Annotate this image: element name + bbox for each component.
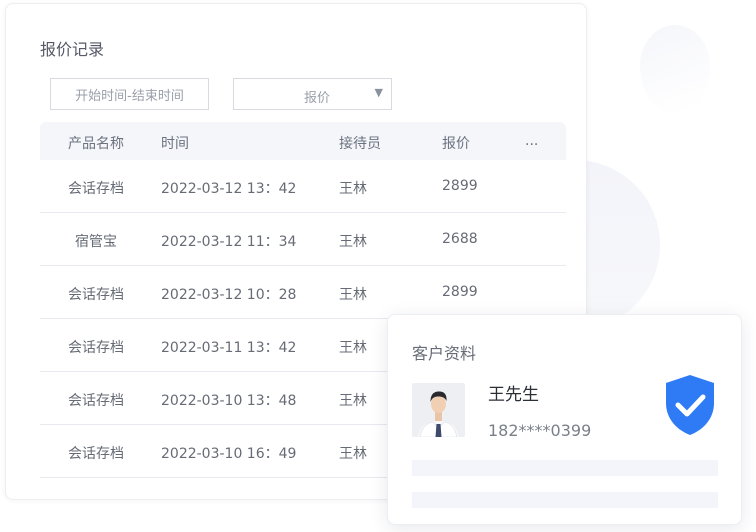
cell-staff: 王林 — [339, 234, 367, 250]
cell-product: 会话存档 — [68, 446, 124, 462]
table-row[interactable]: 会话存档 2022-03-12 10：28 王林 2899 — [40, 266, 566, 319]
table-header: 产品名称 时间 接待员 报价 ... — [40, 122, 566, 160]
avatar-photo — [412, 383, 465, 437]
column-header-price: 报价 — [442, 136, 470, 152]
more-columns-icon[interactable]: ... — [525, 133, 538, 149]
date-range-input[interactable]: 开始时间-结束时间 — [50, 78, 209, 110]
cell-staff: 王林 — [339, 181, 367, 197]
customer-phone: 182****0399 — [488, 421, 592, 440]
cell-price: 2688 — [442, 231, 478, 247]
cell-staff: 王林 — [339, 446, 367, 462]
chevron-down-icon: ▼ — [374, 86, 383, 99]
cell-time: 2022-03-12 11：34 — [161, 234, 297, 250]
cell-staff: 王林 — [339, 340, 367, 356]
column-header-staff: 接待员 — [339, 136, 381, 152]
avatar — [412, 383, 465, 437]
price-select[interactable]: 报价 ▼ — [233, 78, 392, 110]
customer-name: 王先生 — [488, 385, 539, 405]
cell-time: 2022-03-11 13：42 — [161, 340, 297, 356]
column-header-product: 产品名称 — [68, 136, 124, 152]
cell-price: 2899 — [442, 284, 478, 300]
cell-product: 会话存档 — [68, 393, 124, 409]
cell-time: 2022-03-12 10：28 — [161, 287, 297, 303]
placeholder-bar — [412, 492, 718, 508]
cell-staff: 王林 — [339, 287, 367, 303]
cell-time: 2022-03-10 16：49 — [161, 446, 297, 462]
cell-time: 2022-03-12 13：42 — [161, 181, 297, 197]
table-row[interactable]: 宿管宝 2022-03-12 11：34 王林 2688 — [40, 213, 566, 266]
table-row[interactable]: 会话存档 2022-03-12 13：42 王林 2899 — [40, 160, 566, 213]
placeholder-bar — [412, 460, 718, 476]
cell-price: 2899 — [442, 178, 478, 194]
cell-product: 会话存档 — [68, 181, 124, 197]
cell-product: 会话存档 — [68, 340, 124, 356]
price-select-label: 报价 — [304, 91, 331, 106]
cell-time: 2022-03-10 13：48 — [161, 393, 297, 409]
profile-title: 客户资料 — [412, 344, 477, 363]
background-decoration — [640, 25, 710, 115]
column-header-time: 时间 — [161, 136, 189, 152]
cell-product: 会话存档 — [68, 287, 124, 303]
shield-check-icon — [666, 375, 714, 435]
cell-product: 宿管宝 — [75, 234, 117, 250]
cell-staff: 王林 — [339, 393, 367, 409]
panel-title: 报价记录 — [40, 40, 105, 59]
customer-profile-card: 客户资料 王先生 182****0399 — [387, 314, 742, 525]
date-range-placeholder: 开始时间-结束时间 — [75, 88, 184, 104]
